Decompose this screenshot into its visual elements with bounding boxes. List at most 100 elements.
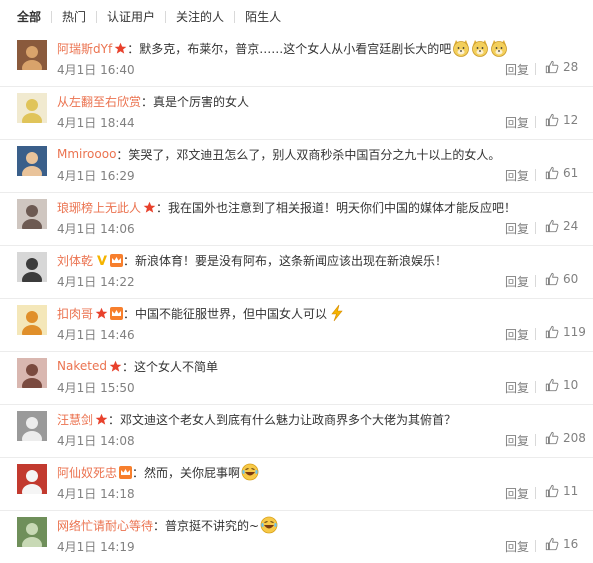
comment-item: 阿仙奴死忠 ：然而，关你屁事啊 4月1日 14:18 回复 11 (0, 458, 593, 511)
like-count: 11 (563, 484, 579, 498)
comment-content: 汪慧剑 ：邓文迪这个老女人到底有什么魅力让政商界多个大佬为其俯首？ (57, 409, 543, 429)
reply-button[interactable]: 回复 (505, 61, 529, 78)
thumbs-up-icon (545, 431, 559, 445)
reply-button[interactable]: 回复 (505, 485, 529, 502)
like-button[interactable]: 208 (545, 431, 586, 445)
action-divider (535, 381, 536, 393)
comment-item: 汪慧剑 ：邓文迪这个老女人到底有什么魅力让政商界多个大佬为其俯首？ 4月1日 14:… (0, 405, 593, 458)
comment-timestamp: 4月1日 15:50 (57, 381, 135, 395)
reply-button[interactable]: 回复 (505, 220, 529, 237)
reply-button[interactable]: 回复 (505, 379, 529, 396)
thumbs-up-icon (545, 60, 559, 74)
avatar[interactable] (17, 305, 47, 335)
reply-button[interactable]: 回复 (505, 432, 529, 449)
filter-tab[interactable]: 全部 (17, 11, 51, 23)
username-link[interactable]: 刘体乾 (57, 252, 93, 269)
comment-item: Mmiroooo ：笑哭了，邓文迪丑怎么了，别人双商秒杀中国百分之九十以上的女人。… (0, 140, 593, 193)
lightning-emoji-icon (331, 304, 343, 322)
member-badge-icon (119, 465, 133, 479)
like-count: 208 (563, 431, 586, 445)
like-count: 119 (563, 325, 586, 339)
reply-button[interactable]: 回复 (505, 167, 529, 184)
avatar[interactable] (17, 40, 47, 70)
avatar[interactable] (17, 464, 47, 494)
reply-button[interactable]: 回复 (505, 326, 529, 343)
comment-text: ：笑哭了，邓文迪丑怎么了，别人双商秒杀中国百分之九十以上的女人。 (116, 147, 501, 162)
username-link[interactable]: Naketed (57, 359, 107, 373)
comment-content: 网络忙请耐心等待 ：普京挺不讲究的~ (57, 515, 543, 535)
like-count: 24 (563, 219, 579, 233)
reply-button[interactable]: 回复 (505, 538, 529, 555)
like-count: 12 (563, 113, 579, 127)
like-count: 28 (563, 60, 579, 74)
comment-text: ：中国不能征服世界，但中国女人可以 (123, 306, 328, 321)
thumbs-up-icon (545, 484, 559, 498)
like-button[interactable]: 16 (545, 537, 578, 551)
reply-button[interactable]: 回复 (505, 273, 529, 290)
verified-v-icon (97, 255, 108, 265)
comment-text: ：普京挺不讲究的~ (153, 518, 260, 533)
star-badge-icon (143, 200, 157, 214)
comment-timestamp: 4月1日 14:18 (57, 487, 135, 501)
action-divider (535, 487, 536, 499)
laugh-emoji-icon (260, 516, 278, 534)
like-button[interactable]: 60 (545, 272, 578, 286)
filter-tab[interactable]: 关注的人 (165, 11, 234, 23)
thumbs-up-icon (545, 272, 559, 286)
thumbs-up-icon (545, 166, 559, 180)
like-button[interactable]: 12 (545, 113, 578, 127)
like-button[interactable]: 28 (545, 60, 578, 74)
like-button[interactable]: 24 (545, 219, 578, 233)
action-divider (535, 540, 536, 552)
avatar[interactable] (17, 199, 47, 229)
comment-item: 琅琊榜上无此人 ：我在国外也注意到了相关报道！明天你们中国的媒体才能反应吧！ 4月1… (0, 193, 593, 246)
comment-item: 刘体乾 ：新浪体育！要是没有阿布，这条新闻应该出现在新浪娱乐！ 4月1日 14:22… (0, 246, 593, 299)
action-divider (535, 63, 536, 75)
username-link[interactable]: 阿仙奴死忠 (57, 464, 117, 481)
laugh-emoji-icon (241, 463, 259, 481)
username-link[interactable]: 扣肉哥 (57, 305, 93, 322)
comment-item: 从左翻至右欣赏 ：真是个厉害的女人 4月1日 18:44 回复 12 (0, 87, 593, 140)
comment-timestamp: 4月1日 14:19 (57, 540, 135, 554)
thumbs-up-icon (545, 325, 559, 339)
like-button[interactable]: 119 (545, 325, 586, 339)
username-link[interactable]: 琅琊榜上无此人 (57, 199, 141, 216)
comment-text: ：然而，关你屁事啊 (132, 465, 241, 480)
username-link[interactable]: 从左翻至右欣赏 (57, 93, 141, 110)
comment-content: 刘体乾 ：新浪体育！要是没有阿布，这条新闻应该出现在新浪娱乐！ (57, 250, 543, 270)
avatar[interactable] (17, 146, 47, 176)
thumbs-up-icon (545, 219, 559, 233)
reply-button[interactable]: 回复 (505, 114, 529, 131)
star-badge-icon (108, 359, 122, 373)
comment-text: ：真是个厉害的女人 (141, 94, 250, 109)
like-button[interactable]: 10 (545, 378, 578, 392)
avatar[interactable] (17, 358, 47, 388)
filter-tab[interactable]: 陌生人 (234, 11, 291, 23)
avatar[interactable] (17, 517, 47, 547)
avatar[interactable] (17, 252, 47, 282)
username-link[interactable]: 阿瑞斯dYf (57, 40, 112, 57)
avatar[interactable] (17, 411, 47, 441)
action-divider (535, 169, 536, 181)
doge-emoji-icon (491, 40, 508, 57)
like-button[interactable]: 61 (545, 166, 578, 180)
username-link[interactable]: 网络忙请耐心等待 (57, 517, 153, 534)
comment-item: 扣肉哥 ：中国不能征服世界，但中国女人可以 4月1日 14:46 回复 119 (0, 299, 593, 352)
comment-timestamp: 4月1日 16:29 (57, 169, 135, 183)
like-count: 60 (563, 272, 579, 286)
like-count: 10 (563, 378, 579, 392)
action-divider (535, 116, 536, 128)
star-badge-icon (95, 412, 109, 426)
comment-list: 阿瑞斯dYf ：默多克，布莱尔，普京……这个女人从小看宫廷剧长大的吧 4月1日 16… (0, 34, 593, 563)
thumbs-up-icon (545, 378, 559, 392)
like-button[interactable]: 11 (545, 484, 578, 498)
member-badge-icon (110, 253, 124, 267)
comment-timestamp: 4月1日 14:46 (57, 328, 135, 342)
username-link[interactable]: Mmiroooo (57, 147, 116, 161)
like-count: 61 (563, 166, 579, 180)
avatar[interactable] (17, 93, 47, 123)
filter-tab[interactable]: 认证用户 (96, 11, 165, 23)
member-badge-icon (110, 306, 124, 320)
filter-tab[interactable]: 热门 (51, 11, 96, 23)
username-link[interactable]: 汪慧剑 (57, 411, 93, 428)
